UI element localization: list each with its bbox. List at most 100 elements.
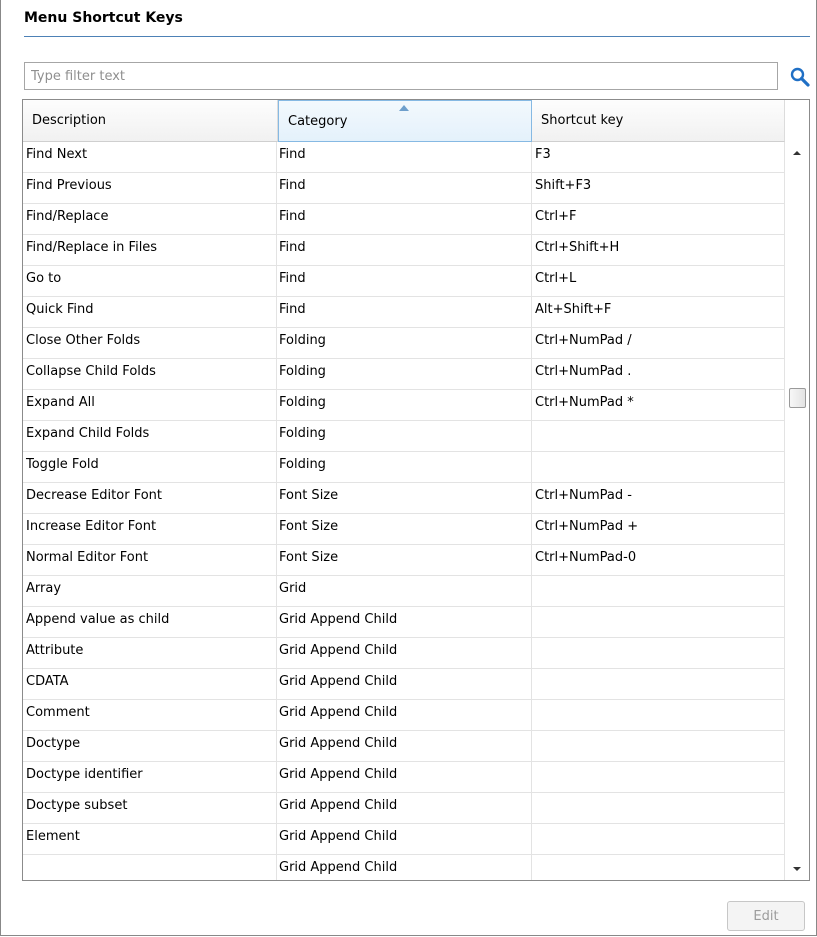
cell-category: Find xyxy=(277,297,532,327)
cell-description: Expand Child Folds xyxy=(23,421,277,451)
cell-shortcut-key: Ctrl+NumPad . xyxy=(532,359,785,389)
cell-category: Font Size xyxy=(277,514,532,544)
cell-category: Find xyxy=(277,266,532,296)
table-row[interactable]: Close Other Folds Folding Ctrl+NumPad / xyxy=(23,328,785,359)
cell-shortcut-key xyxy=(532,793,785,823)
filter-input[interactable] xyxy=(24,62,778,90)
cell-description: Find Next xyxy=(23,142,277,172)
title-divider xyxy=(24,36,810,37)
cell-description: Doctype identifier xyxy=(23,762,277,792)
table-row[interactable]: Grid Append Child xyxy=(23,855,785,880)
cell-category: Find xyxy=(277,142,532,172)
cell-shortcut-key xyxy=(532,700,785,730)
cell-category: Grid Append Child xyxy=(277,607,532,637)
table-row[interactable]: Attribute Grid Append Child xyxy=(23,638,785,669)
table-body: Find Next Find F3 Find Previous Find Shift+F3… xyxy=(23,142,785,880)
table-row[interactable]: Doctype Grid Append Child xyxy=(23,731,785,762)
cell-category: Folding xyxy=(277,421,532,451)
cell-shortcut-key xyxy=(532,576,785,606)
table-row[interactable]: Find/Replace Find Ctrl+F xyxy=(23,204,785,235)
cell-category: Find xyxy=(277,235,532,265)
column-header-label: Description xyxy=(32,113,107,128)
cell-category: Folding xyxy=(277,452,532,482)
column-header-shortcut-key[interactable]: Shortcut key xyxy=(532,100,785,142)
cell-shortcut-key: Ctrl+NumPad / xyxy=(532,328,785,358)
cell-shortcut-key xyxy=(532,855,785,880)
table-row[interactable]: Find Previous Find Shift+F3 xyxy=(23,173,785,204)
search-icon[interactable] xyxy=(789,66,811,88)
cell-category: Grid Append Child xyxy=(277,762,532,792)
cell-description: Collapse Child Folds xyxy=(23,359,277,389)
cell-description: Find Previous xyxy=(23,173,277,203)
cell-shortcut-key: Ctrl+L xyxy=(532,266,785,296)
cell-shortcut-key xyxy=(532,669,785,699)
table-row[interactable]: Increase Editor Font Font Size Ctrl+NumPad… xyxy=(23,514,785,545)
table-row[interactable]: Find/Replace in Files Find Ctrl+Shift+H xyxy=(23,235,785,266)
cell-shortcut-key xyxy=(532,607,785,637)
table-row[interactable]: Append value as child Grid Append Child xyxy=(23,607,785,638)
table-row[interactable]: Element Grid Append Child xyxy=(23,824,785,855)
cell-shortcut-key xyxy=(532,731,785,761)
cell-shortcut-key: F3 xyxy=(532,142,785,172)
scrollbar-thumb[interactable] xyxy=(789,388,806,408)
column-header-label: Category xyxy=(288,114,348,129)
cell-shortcut-key: Ctrl+Shift+H xyxy=(532,235,785,265)
table-row[interactable]: Doctype identifier Grid Append Child xyxy=(23,762,785,793)
table-row[interactable]: Normal Editor Font Font Size Ctrl+NumPad-0 xyxy=(23,545,785,576)
table-row[interactable]: Expand All Folding Ctrl+NumPad * xyxy=(23,390,785,421)
cell-category: Grid Append Child xyxy=(277,731,532,761)
table-row[interactable]: Go to Find Ctrl+L xyxy=(23,266,785,297)
cell-description: Array xyxy=(23,576,277,606)
cell-description: Normal Editor Font xyxy=(23,545,277,575)
sort-ascending-icon xyxy=(399,105,409,111)
cell-shortcut-key xyxy=(532,824,785,854)
cell-category: Grid Append Child xyxy=(277,700,532,730)
edit-button[interactable]: Edit xyxy=(727,901,805,931)
table-row[interactable]: Quick Find Find Alt+Shift+F xyxy=(23,297,785,328)
table-row[interactable]: Collapse Child Folds Folding Ctrl+NumPad . xyxy=(23,359,785,390)
cell-shortcut-key xyxy=(532,421,785,451)
column-header-label: Shortcut key xyxy=(541,113,624,128)
cell-shortcut-key: Shift+F3 xyxy=(532,173,785,203)
cell-description xyxy=(23,855,277,880)
scroll-down-arrow-icon[interactable] xyxy=(785,858,809,880)
cell-shortcut-key: Ctrl+NumPad + xyxy=(532,514,785,544)
table-row[interactable]: CDATA Grid Append Child xyxy=(23,669,785,700)
table-row[interactable]: Expand Child Folds Folding xyxy=(23,421,785,452)
table-row[interactable]: Toggle Fold Folding xyxy=(23,452,785,483)
cell-description: Close Other Folds xyxy=(23,328,277,358)
cell-category: Find xyxy=(277,204,532,234)
cell-category: Find xyxy=(277,173,532,203)
cell-category: Font Size xyxy=(277,483,532,513)
cell-description: Decrease Editor Font xyxy=(23,483,277,513)
cell-shortcut-key: Alt+Shift+F xyxy=(532,297,785,327)
cell-category: Grid Append Child xyxy=(277,824,532,854)
cell-shortcut-key: Ctrl+NumPad - xyxy=(532,483,785,513)
cell-shortcut-key xyxy=(532,452,785,482)
cell-description: Element xyxy=(23,824,277,854)
cell-description: Expand All xyxy=(23,390,277,420)
table-row[interactable]: Find Next Find F3 xyxy=(23,142,785,173)
cell-category: Grid Append Child xyxy=(277,793,532,823)
cell-description: Find/Replace in Files xyxy=(23,235,277,265)
cell-description: Go to xyxy=(23,266,277,296)
cell-category: Grid xyxy=(277,576,532,606)
cell-description: Comment xyxy=(23,700,277,730)
table-row[interactable]: Doctype subset Grid Append Child xyxy=(23,793,785,824)
section-title: Menu Shortcut Keys xyxy=(24,10,183,26)
cell-category: Grid Append Child xyxy=(277,638,532,668)
cell-description: Find/Replace xyxy=(23,204,277,234)
cell-category: Folding xyxy=(277,359,532,389)
table-header: Description Category Shortcut key xyxy=(23,100,785,142)
column-header-category[interactable]: Category xyxy=(278,100,532,142)
cell-description: Quick Find xyxy=(23,297,277,327)
scroll-up-arrow-icon[interactable] xyxy=(785,142,809,164)
cell-category: Grid Append Child xyxy=(277,669,532,699)
column-header-description[interactable]: Description xyxy=(23,100,278,142)
cell-shortcut-key xyxy=(532,638,785,668)
table-row[interactable]: Comment Grid Append Child xyxy=(23,700,785,731)
cell-shortcut-key xyxy=(532,762,785,792)
vertical-scrollbar[interactable] xyxy=(785,142,809,880)
table-row[interactable]: Decrease Editor Font Font Size Ctrl+NumPad… xyxy=(23,483,785,514)
table-row[interactable]: Array Grid xyxy=(23,576,785,607)
